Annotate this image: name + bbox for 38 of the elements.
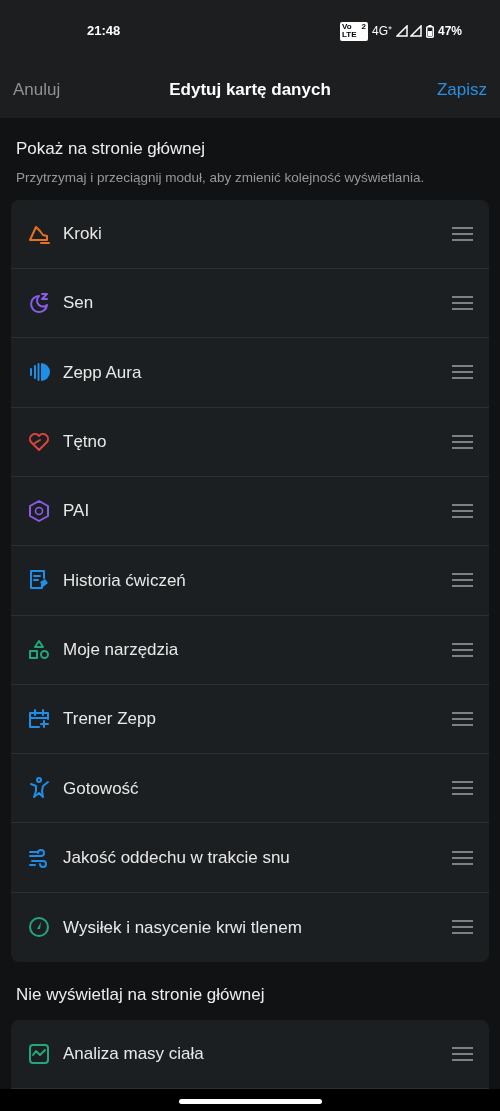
battery-level: 47% xyxy=(437,23,462,40)
module-label: Trener Zepp xyxy=(63,708,157,731)
battery-icon xyxy=(425,24,434,38)
drag-handle-icon[interactable] xyxy=(452,573,473,588)
network-type: 4G⁺ xyxy=(371,23,392,40)
module-label: Kroki xyxy=(63,223,103,246)
module-label: Jakość oddechu w trakcie snu xyxy=(63,846,291,869)
module-label: Zepp Aura xyxy=(63,361,143,384)
section-title: Pokaż na stronie głównej xyxy=(16,138,206,160)
module-label: Wysiłek i nasycenie krwi tlenem xyxy=(63,916,303,939)
save-button[interactable]: Zapisz xyxy=(436,77,487,103)
page-title: Edytuj kartę danych xyxy=(169,79,331,102)
clock: 21:48 xyxy=(87,22,121,41)
drag-handle-icon[interactable] xyxy=(452,226,473,241)
drag-handle-icon[interactable] xyxy=(452,504,473,519)
drag-handle-icon[interactable] xyxy=(452,781,473,796)
drag-handle-icon[interactable] xyxy=(452,642,473,657)
section-hint: Przytrzymaj i przeciągnij moduł, aby zmienić kolejność wyświetlania. xyxy=(16,168,426,187)
drag-handle-icon[interactable] xyxy=(452,434,473,449)
drag-handle-icon[interactable] xyxy=(452,296,473,311)
module-label: Analiza masy ciała xyxy=(63,1042,205,1065)
section-title: Nie wyświetlaj na stronie głównej xyxy=(16,985,265,1004)
module-label: Tętno xyxy=(63,431,108,454)
module-label: Moje narzędzia xyxy=(63,638,180,661)
module-label: Gotowość xyxy=(63,777,140,800)
volte-badge: Vo LTE 2 xyxy=(339,21,368,41)
module-label: PAI xyxy=(63,500,91,523)
drag-handle-icon[interactable] xyxy=(452,850,473,865)
drag-handle-icon[interactable] xyxy=(452,1046,473,1061)
drag-handle-icon[interactable] xyxy=(452,711,473,726)
signal-icon xyxy=(409,25,422,37)
drag-handle-icon[interactable] xyxy=(452,365,473,380)
cancel-button[interactable]: Anuluj xyxy=(13,77,61,103)
signal-icon xyxy=(395,25,408,37)
module-label: Sen xyxy=(63,292,95,315)
drag-handle-icon[interactable] xyxy=(452,920,473,935)
module-label: Historia ćwiczeń xyxy=(63,569,187,592)
home-indicator[interactable] xyxy=(178,1099,322,1105)
